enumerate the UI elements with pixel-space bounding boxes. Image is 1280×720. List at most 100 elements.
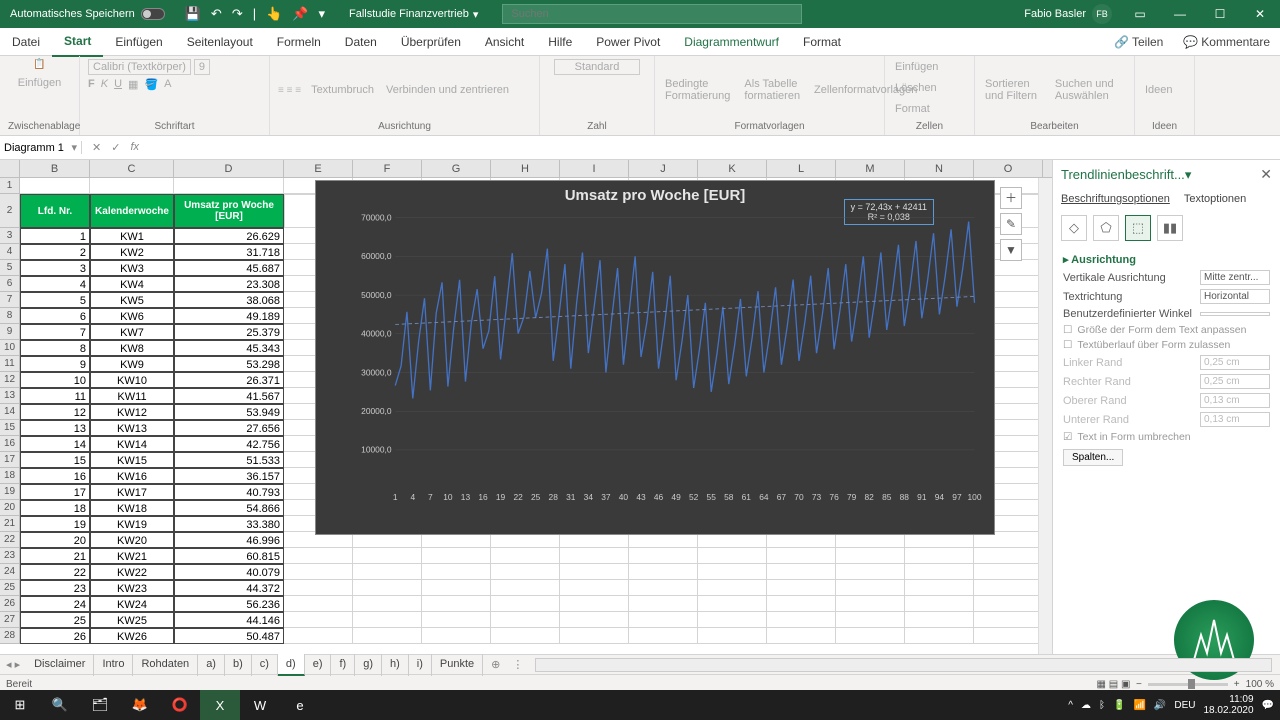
close-icon[interactable]: ✕ (1240, 0, 1280, 28)
view-layout-icon[interactable]: ▤ (1109, 679, 1118, 690)
col-header-D[interactable]: D (174, 160, 284, 177)
notifications-icon[interactable]: 💬 (1262, 700, 1274, 711)
share-button[interactable]: 🔗 Teilen (1104, 35, 1173, 49)
tab-hilfe[interactable]: Hilfe (536, 28, 584, 56)
name-box[interactable]: Diagramm 1 ▾ (0, 141, 82, 154)
search-input[interactable] (502, 4, 802, 24)
size-icon[interactable]: ⬚ (1125, 215, 1151, 241)
fx-icon[interactable]: fx (130, 141, 139, 154)
tray-up-icon[interactable]: ^ (1068, 700, 1073, 711)
view-break-icon[interactable]: ▣ (1121, 679, 1130, 690)
condformat-button[interactable]: Bedingte Formatierung (663, 76, 732, 104)
document-name[interactable]: Fallstudie Finanzvertrieb ▾ (335, 8, 492, 21)
clock[interactable]: 11:09 18.02.2020 (1203, 694, 1253, 716)
sheet-tab-g)[interactable]: g) (355, 654, 382, 676)
col-header-C[interactable]: C (90, 160, 174, 177)
chart-icon[interactable]: ▮▮ (1157, 215, 1183, 241)
merge-button[interactable]: Verbinden und zentrieren (384, 82, 511, 98)
battery-icon[interactable]: 🔋 (1113, 700, 1125, 711)
autosave-toggle[interactable]: Automatisches Speichern (0, 8, 175, 20)
onedrive-icon[interactable]: ☁ (1081, 700, 1091, 711)
format-cells-button[interactable]: Format (893, 101, 932, 117)
touch-icon[interactable]: 👆 (266, 6, 282, 22)
firefox-icon[interactable]: 🦊 (120, 690, 160, 720)
tab-start[interactable]: Start (52, 27, 103, 57)
tab-powerpivot[interactable]: Power Pivot (584, 28, 672, 56)
col-header-G[interactable]: G (422, 160, 491, 177)
right-margin-input[interactable]: 0,25 cm (1200, 374, 1270, 389)
comments-button[interactable]: 💬 Kommentare (1173, 35, 1280, 49)
col-header-I[interactable]: I (560, 160, 629, 177)
sort-button[interactable]: Sortieren und Filtern (983, 76, 1047, 104)
chart-elements-button[interactable]: ＋ (1000, 187, 1022, 209)
checkbox-icon[interactable]: ☐ (1063, 324, 1072, 336)
sheet-tab-Rohdaten[interactable]: Rohdaten (133, 654, 198, 676)
col-header-B[interactable]: B (20, 160, 90, 177)
lang-indicator[interactable]: DEU (1174, 700, 1195, 711)
sheet-tab-Disclaimer[interactable]: Disclaimer (26, 654, 94, 676)
textdir-select[interactable]: Horizontal (1200, 289, 1270, 304)
italic-button[interactable]: K (101, 78, 108, 91)
select-all-corner[interactable] (0, 160, 20, 177)
sheet-tab-d)[interactable]: d) (278, 654, 305, 676)
sheet-tab-i)[interactable]: i) (409, 654, 432, 676)
section-alignment[interactable]: Ausrichtung (1071, 254, 1136, 266)
cancel-formula-icon[interactable]: ✕ (92, 141, 101, 154)
sheet-tab-Punkte[interactable]: Punkte (432, 654, 483, 676)
tab-datei[interactable]: Datei (0, 28, 52, 56)
tab-einfuegen[interactable]: Einfügen (103, 28, 174, 56)
insert-cells-button[interactable]: Einfügen (893, 59, 940, 75)
wrap-button[interactable]: Textumbruch (309, 82, 376, 98)
bottom-margin-input[interactable]: 0,13 cm (1200, 412, 1270, 427)
font-selector[interactable]: Calibri (Textkörper) (88, 59, 191, 75)
edge-icon[interactable]: e (280, 690, 320, 720)
paste-icon[interactable]: 📋 (33, 59, 45, 70)
search-box[interactable] (502, 4, 802, 24)
checkbox-icon[interactable]: ☑ (1063, 431, 1072, 443)
fill-icon[interactable]: 🪣 (144, 78, 158, 91)
app-icon[interactable]: 🗂 (80, 690, 120, 720)
sheet-tab-a)[interactable]: a) (198, 654, 225, 676)
undo-icon[interactable]: ↶ (211, 6, 222, 22)
zoom-out-icon[interactable]: − (1136, 679, 1142, 690)
top-margin-input[interactable]: 0,13 cm (1200, 393, 1270, 408)
excel-icon[interactable]: X (200, 690, 240, 720)
effects-icon[interactable]: ⬠ (1093, 215, 1119, 241)
col-header-N[interactable]: N (905, 160, 974, 177)
volume-icon[interactable]: 🔊 (1154, 700, 1166, 711)
left-margin-input[interactable]: 0,25 cm (1200, 355, 1270, 370)
col-header-E[interactable]: E (284, 160, 353, 177)
sheet-tab-b)[interactable]: b) (225, 654, 252, 676)
vert-align-select[interactable]: Mitte zentr... (1200, 270, 1270, 285)
pane-close-icon[interactable]: ✕ (1260, 166, 1272, 183)
chart-styles-button[interactable]: ✎ (1000, 213, 1022, 235)
fontsize-selector[interactable]: 9 (194, 59, 210, 75)
tab-daten[interactable]: Daten (333, 28, 389, 56)
col-header-K[interactable]: K (698, 160, 767, 177)
col-header-J[interactable]: J (629, 160, 698, 177)
col-header-M[interactable]: M (836, 160, 905, 177)
pane-dropdown-icon[interactable]: ▾ (1185, 167, 1192, 183)
col-header-O[interactable]: O (974, 160, 1043, 177)
bluetooth-icon[interactable]: ᛒ (1099, 700, 1105, 711)
ideas-button[interactable]: Ideen (1143, 82, 1175, 98)
zoom-slider[interactable] (1148, 683, 1228, 686)
label-options-tab[interactable]: Beschriftungsoptionen (1061, 193, 1170, 205)
tab-format[interactable]: Format (791, 28, 853, 56)
tab-seitenlayout[interactable]: Seitenlayout (175, 28, 265, 56)
sheet-tab-h)[interactable]: h) (382, 654, 409, 676)
zoom-level[interactable]: 100 % (1246, 679, 1274, 690)
find-button[interactable]: Suchen und Auswählen (1053, 76, 1126, 104)
text-options-tab[interactable]: Textoptionen (1184, 193, 1246, 205)
user-account[interactable]: Fabio Basler FB (1016, 4, 1120, 24)
add-sheet-icon[interactable]: ⊕ (483, 658, 508, 671)
delete-cells-button[interactable]: Löschen (893, 80, 939, 96)
chart-plot-area[interactable]: 10000,020000,030000,040000,050000,060000… (356, 213, 982, 507)
word-icon[interactable]: W (240, 690, 280, 720)
zoom-in-icon[interactable]: + (1234, 679, 1240, 690)
tab-ueberpruefen[interactable]: Überprüfen (389, 28, 473, 56)
col-header-H[interactable]: H (491, 160, 560, 177)
sheet-nav-icon[interactable]: ◂ ▸ (0, 658, 26, 671)
tab-formeln[interactable]: Formeln (265, 28, 333, 56)
accept-formula-icon[interactable]: ✓ (111, 141, 120, 154)
